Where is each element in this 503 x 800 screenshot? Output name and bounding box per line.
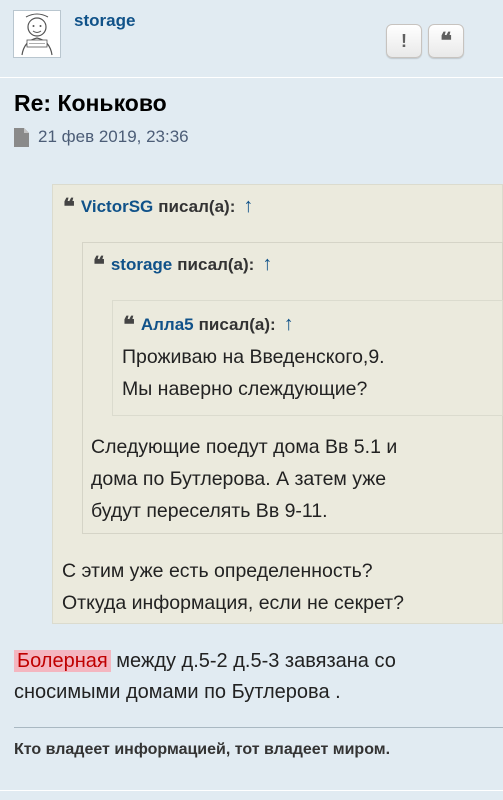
post-body-line: Болерная между д.5-2 д.5-3 завязана со (14, 646, 396, 677)
quote-wrote-label: писал(а): (158, 196, 236, 216)
jump-to-post-icon[interactable]: ↑ (262, 253, 272, 276)
jump-to-post-icon[interactable]: ↑ (243, 195, 253, 218)
quote-author-link[interactable]: Алла5 (141, 315, 194, 335)
quote-line: Проживаю на Введенского,9. (122, 346, 385, 368)
quote-text-middle: Следующие поедут дома Вв 5.1 и дома по Б… (91, 431, 397, 527)
post-body-text: между д.5-2 д.5-3 завязана со (110, 650, 396, 672)
avatar-drawing-icon (21, 13, 53, 56)
report-button[interactable]: ! (386, 24, 422, 58)
quote-author-link[interactable]: VictorSG (81, 197, 153, 217)
quote-mark-icon: ❝ (93, 251, 105, 278)
quote-header-outer: ❝ VictorSG писал(а): ↑ (63, 195, 253, 218)
avatar[interactable] (13, 10, 61, 58)
quote-mark-icon: ❝ (63, 193, 75, 220)
post-body-line: сносимыми домами по Бутлерова . (14, 681, 341, 703)
quote-button[interactable]: ❝ (428, 24, 464, 58)
quote-line: будут переселять Вв 9-11. (91, 500, 328, 522)
post-body: Болерная между д.5-2 д.5-3 завязана со с… (14, 646, 396, 708)
quote-wrote-label: писал(а): (198, 314, 276, 334)
quote-text-inner: Проживаю на Введенского,9. Мы наверно сл… (122, 341, 385, 405)
quote-line: С этим уже есть определенность? (62, 560, 373, 582)
post-date-row: 21 фев 2019, 23:36 (14, 127, 189, 147)
post-date: 21 фев 2019, 23:36 (38, 127, 189, 146)
post-author-link[interactable]: storage (74, 11, 135, 31)
divider (0, 790, 503, 791)
quote-wrote-label: писал(а): (177, 254, 255, 274)
file-icon (14, 127, 29, 147)
quote-author-link[interactable]: storage (111, 255, 172, 275)
quote-block-inner: ❝ Алла5 писал(а): ↑ Проживаю на Введенск… (112, 300, 503, 416)
highlighted-word: Болерная (14, 650, 111, 672)
divider (0, 77, 503, 78)
quote-line: Мы наверно слеждующие? (122, 378, 368, 400)
quote-mark-icon: ❝ (123, 311, 135, 338)
quote-icon: ❝ (440, 28, 452, 54)
quote-line: Следующие поедут дома Вв 5.1 и (91, 436, 398, 458)
post-title[interactable]: Re: Коньково (14, 90, 167, 117)
quote-header-inner: ❝ Алла5 писал(а): ↑ (123, 313, 294, 336)
quote-text-outer: С этим уже есть определенность? Откуда и… (62, 555, 404, 619)
quote-line: дома по Бутлерова. А затем уже (91, 468, 387, 490)
jump-to-post-icon[interactable]: ↑ (284, 313, 294, 336)
exclamation-icon: ! (401, 30, 407, 51)
quote-line: Откуда информация, если не секрет? (62, 592, 404, 614)
signature: Кто владеет информацией, тот владеет мир… (14, 741, 391, 758)
signature-divider (14, 727, 503, 728)
quote-header-middle: ❝ storage писал(а): ↑ (93, 253, 272, 276)
